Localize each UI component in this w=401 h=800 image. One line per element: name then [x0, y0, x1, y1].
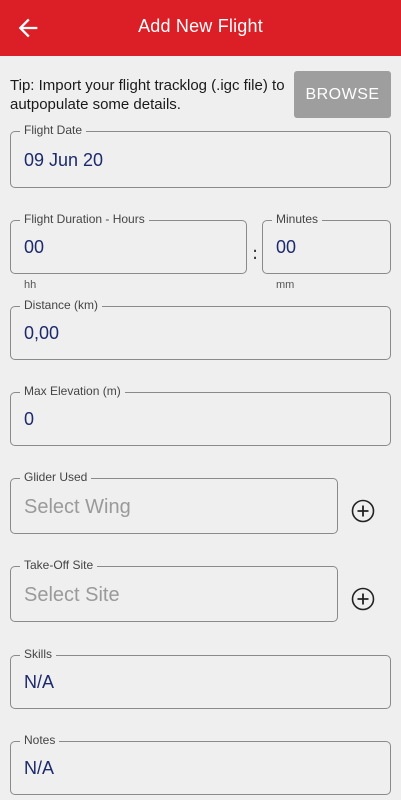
- skills-value: N/A: [24, 672, 55, 692]
- distance-label: Distance (km): [20, 298, 103, 312]
- add-site-plus-circle-icon[interactable]: [351, 587, 375, 611]
- notes-field[interactable]: Notes N/A: [10, 733, 391, 795]
- max-elevation-value: 0: [24, 409, 35, 429]
- flight-date-value: 09 Jun 20: [24, 150, 104, 170]
- duration-minutes-field[interactable]: Minutes 00: [262, 212, 391, 274]
- skills-field[interactable]: Skills N/A: [10, 647, 391, 709]
- skills-label: Skills: [20, 647, 57, 661]
- flight-date-field[interactable]: Flight Date 09 Jun 20: [10, 123, 391, 188]
- duration-hours-field[interactable]: Flight Duration - Hours 00: [10, 212, 247, 274]
- add-glider-plus-circle-icon[interactable]: [351, 499, 375, 523]
- hours-hint: hh: [24, 279, 37, 291]
- takeoff-site-label: Take-Off Site: [20, 558, 98, 572]
- glider-select[interactable]: Glider Used Select Wing: [10, 470, 338, 534]
- takeoff-site-select[interactable]: Take-Off Site Select Site: [10, 558, 338, 622]
- notes-label: Notes: [20, 733, 60, 747]
- duration-minutes-value: 00: [276, 237, 297, 257]
- takeoff-site-placeholder: Select Site: [24, 584, 120, 606]
- duration-hours-label: Flight Duration - Hours: [20, 212, 149, 226]
- max-elevation-label: Max Elevation (m): [20, 384, 125, 398]
- duration-hours-value: 00: [24, 237, 45, 257]
- app-bar: Add New Flight: [0, 0, 401, 56]
- duration-minutes-label: Minutes: [272, 212, 323, 226]
- minutes-hint: mm: [276, 279, 295, 291]
- import-tip: Tip: Import your flight tracklog (.igc f…: [10, 77, 285, 113]
- glider-label: Glider Used: [20, 470, 92, 484]
- notes-value: N/A: [24, 758, 55, 778]
- distance-field[interactable]: Distance (km) 0,00: [10, 298, 391, 360]
- distance-value: 0,00: [24, 323, 60, 343]
- duration-separator: :: [252, 243, 259, 264]
- browse-button[interactable]: BROWSE: [294, 71, 391, 118]
- glider-placeholder: Select Wing: [24, 496, 131, 518]
- max-elevation-field[interactable]: Max Elevation (m) 0: [10, 384, 391, 446]
- page-title: Add New Flight: [138, 16, 263, 36]
- flight-date-label: Flight Date: [20, 123, 87, 137]
